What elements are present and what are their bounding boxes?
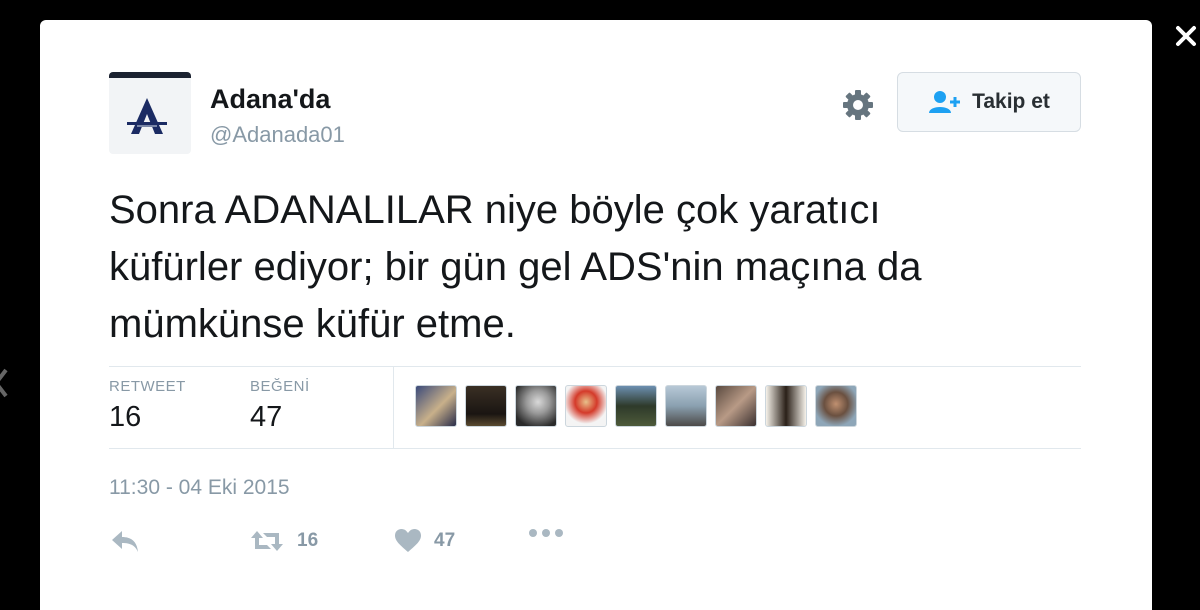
liker-avatar[interactable] bbox=[715, 385, 757, 427]
liker-avatar[interactable] bbox=[815, 385, 857, 427]
user-handle[interactable]: @Adanada01 bbox=[210, 122, 345, 148]
display-name[interactable]: Adana'da bbox=[210, 84, 330, 115]
tweet-timestamp[interactable]: 11:30 - 04 Eki 2015 bbox=[109, 476, 290, 500]
liker-avatar[interactable] bbox=[765, 385, 807, 427]
liker-avatar[interactable] bbox=[415, 385, 457, 427]
divider bbox=[109, 448, 1081, 449]
liker-avatar[interactable] bbox=[515, 385, 557, 427]
heart-icon bbox=[395, 529, 421, 552]
like-stat-count[interactable]: 47 bbox=[250, 401, 282, 434]
retweet-stat-count[interactable]: 16 bbox=[109, 401, 141, 434]
tweet-text: Sonra ADANALILAR niye böyle çok yaratıcı… bbox=[109, 182, 1109, 353]
reply-button[interactable] bbox=[109, 528, 141, 554]
tweet-line: Sonra ADANALILAR niye böyle çok yaratıcı bbox=[109, 188, 881, 232]
retweet-icon bbox=[251, 531, 283, 551]
divider bbox=[109, 366, 1081, 367]
close-icon[interactable] bbox=[1174, 22, 1198, 52]
gear-icon[interactable] bbox=[840, 87, 876, 123]
more-button[interactable] bbox=[528, 528, 564, 538]
retweet-action-count: 16 bbox=[297, 530, 319, 551]
tweet-line: küfürler ediyor; bir gün gel ADS'nin maç… bbox=[109, 245, 922, 289]
retweet-stat-label[interactable]: RETWEET bbox=[109, 378, 186, 395]
divider bbox=[393, 366, 394, 448]
liker-avatar[interactable] bbox=[615, 385, 657, 427]
tweet-line: mümkünse küfür etme. bbox=[109, 302, 516, 346]
avatar[interactable] bbox=[109, 72, 191, 154]
more-icon bbox=[529, 529, 563, 537]
like-stat-label[interactable]: BEĞENİ bbox=[250, 378, 310, 395]
follow-button[interactable]: Takip et bbox=[897, 72, 1081, 132]
liker-avatar[interactable] bbox=[565, 385, 607, 427]
liker-avatar[interactable] bbox=[465, 385, 507, 427]
like-action-count: 47 bbox=[434, 530, 456, 551]
liker-avatar[interactable] bbox=[665, 385, 707, 427]
likers-list bbox=[415, 385, 857, 427]
like-button[interactable]: 47 bbox=[394, 528, 455, 554]
follow-button-label: Takip et bbox=[972, 90, 1050, 113]
logo-icon bbox=[127, 98, 167, 134]
retweet-button[interactable]: 16 bbox=[249, 528, 318, 554]
reply-icon bbox=[112, 531, 138, 552]
tweet-card: Adana'da @Adanada01 Takip et Sonra ADANA… bbox=[40, 20, 1152, 610]
chevron-left-icon[interactable] bbox=[0, 368, 8, 398]
follow-user-icon bbox=[929, 91, 961, 113]
